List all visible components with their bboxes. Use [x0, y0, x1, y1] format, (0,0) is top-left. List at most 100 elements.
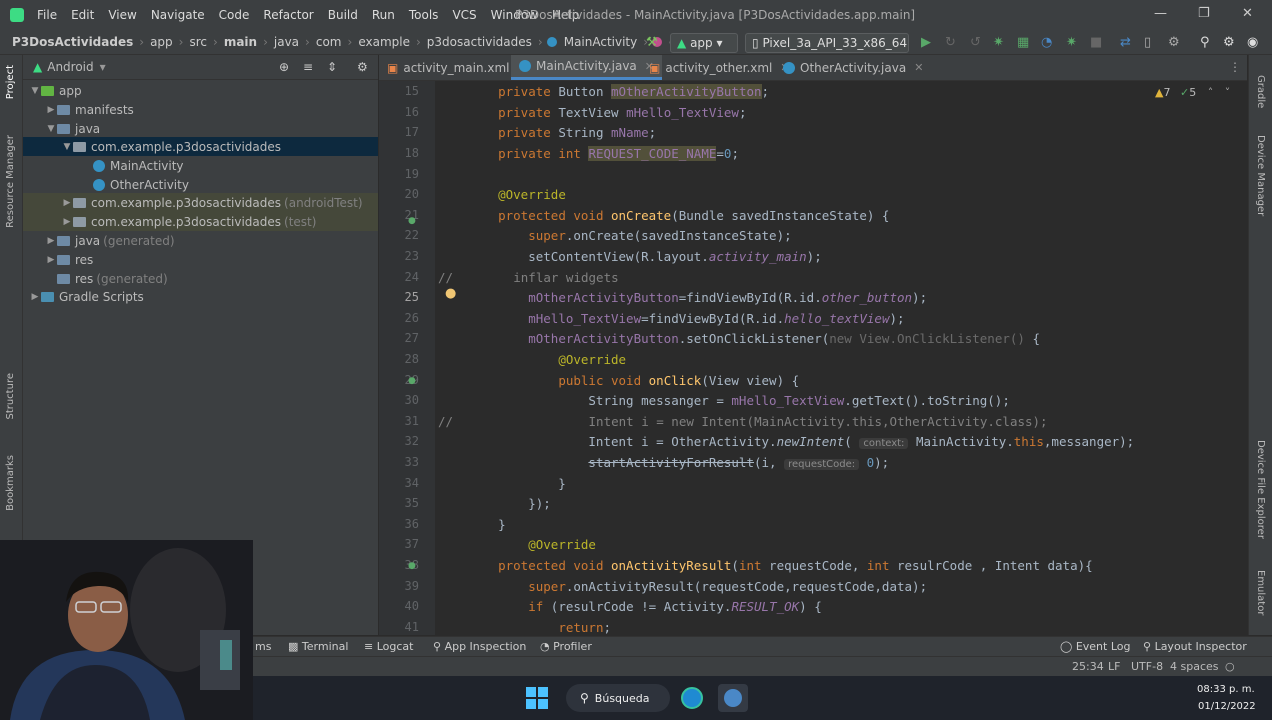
edge-browser-icon[interactable] — [681, 687, 703, 709]
logcat-tool[interactable]: ≡ Logcat — [364, 640, 413, 653]
menu-navigate[interactable]: Navigate — [144, 8, 212, 22]
caret-position[interactable]: 25:34 — [1072, 660, 1104, 673]
tool-label: Terminal — [301, 640, 349, 653]
tree-item-java[interactable]: ▼ java — [23, 119, 400, 138]
search-icon[interactable]: ⚲ — [1200, 35, 1210, 50]
sdk-manager-icon[interactable]: ⚙ — [1168, 35, 1180, 50]
tree-item-package-main[interactable]: ▼ com.example.p3dosactividades — [23, 137, 378, 156]
tree-item-res-generated[interactable]: res (generated) — [23, 269, 412, 288]
chevron-down-icon[interactable]: ▾ — [100, 60, 106, 74]
lock-icon[interactable]: ○ — [1225, 660, 1235, 673]
tree-item-package-test[interactable]: ▶ com.example.p3dosactividades (test) — [23, 212, 378, 231]
tab-label: OtherActivity.java — [800, 60, 907, 75]
rerun-icon[interactable]: ↻ — [945, 35, 956, 50]
android-studio-task-icon[interactable] — [718, 684, 748, 712]
more-tabs-icon[interactable]: ⋮ — [1229, 60, 1241, 74]
project-view-select[interactable]: Android — [47, 60, 93, 74]
tree-label: com.example.p3dosactividades — [91, 214, 282, 229]
folder-icon — [57, 235, 70, 246]
inspection-widget[interactable]: ▲7 ✓5 ˄ ˅ — [1155, 86, 1230, 99]
device-file-explorer-tab[interactable]: Device File Explorer — [1255, 440, 1266, 539]
override-marker-icon[interactable]: ● — [408, 216, 416, 226]
profile-icon[interactable]: ◔ — [1041, 35, 1052, 50]
close-tab-icon[interactable]: ✕ — [914, 61, 923, 74]
hammer-icon[interactable]: ⚒ — [646, 35, 658, 50]
gear-icon[interactable]: ⚙ — [357, 60, 368, 74]
stop-icon[interactable]: ■ — [1090, 35, 1102, 50]
run-icon[interactable]: ▶ — [921, 35, 931, 50]
sync-icon[interactable]: ⇄ — [1120, 35, 1131, 50]
minimize-icon[interactable]: — — [1154, 6, 1167, 21]
crumb-project[interactable]: P3DosActividades — [10, 35, 135, 49]
attach-debugger-icon[interactable]: ✷ — [1066, 35, 1077, 50]
layout-inspector-tool[interactable]: ⚲ Layout Inspector — [1143, 640, 1247, 653]
crumb-java[interactable]: java — [272, 35, 301, 49]
menu-view[interactable]: View — [101, 8, 143, 22]
menu-refactor[interactable]: Refactor — [256, 8, 320, 22]
structure-tab[interactable]: Structure — [5, 373, 16, 420]
override-marker-icon[interactable]: ● — [408, 376, 416, 386]
chevron-down-icon[interactable]: ˅ — [1225, 86, 1231, 99]
app-inspection-tool[interactable]: ⚲ App Inspection — [433, 640, 526, 653]
event-log-tool[interactable]: ◯ Event Log — [1060, 640, 1130, 653]
menu-edit[interactable]: Edit — [64, 8, 101, 22]
crumb-package[interactable]: p3dosactividades — [425, 35, 534, 49]
code-line: private int REQUEST_CODE_NAME=0; — [498, 146, 739, 161]
tab-mainactivity-java[interactable]: MainActivity.java ✕ — [511, 55, 662, 80]
taskbar-search[interactable]: ⚲ Búsqueda — [566, 684, 670, 712]
menu-vcs[interactable]: VCS — [445, 8, 483, 22]
gear-icon[interactable]: ⚙ — [1223, 35, 1235, 50]
crumb-app[interactable]: app — [148, 35, 175, 49]
collapse-all-icon[interactable]: ≡ — [303, 60, 313, 74]
emulator-tab[interactable]: Emulator — [1255, 570, 1266, 615]
line-number: 31 — [404, 414, 419, 428]
expand-all-icon[interactable]: ⇕ — [327, 60, 337, 74]
device-manager-tab[interactable]: Device Manager — [1255, 135, 1266, 216]
bookmarks-tab[interactable]: Bookmarks — [5, 455, 16, 511]
tree-item-package-androidtest[interactable]: ▶ com.example.p3dosactividades (androidTes… — [23, 193, 378, 212]
tree-item-gradle-scripts[interactable]: ▶ Gradle Scripts — [23, 287, 384, 306]
apply-changes-icon[interactable]: ↺ — [970, 35, 981, 50]
tree-item-java-generated[interactable]: ▶ java (generated) — [23, 231, 400, 250]
problems-tool[interactable]: ms — [255, 640, 271, 653]
profiler-tool[interactable]: ◔ Profiler — [540, 640, 592, 653]
run-config-select[interactable]: ▲ app ▾ — [670, 33, 738, 53]
code-editor[interactable]: 15 16 17 18 19 20 21 22 23 24 25 26 27 28 29 30 31 32 33 34… — [379, 81, 1247, 635]
indent-setting[interactable]: 4 spaces — [1170, 660, 1219, 673]
close-icon[interactable]: ✕ — [1242, 6, 1253, 21]
menu-run[interactable]: Run — [365, 8, 402, 22]
crumb-src[interactable]: src — [187, 35, 209, 49]
lightbulb-icon[interactable]: ● — [445, 286, 456, 301]
clock-time[interactable]: 08:33 p. m. — [1197, 684, 1255, 695]
tree-item-res[interactable]: ▶ res — [23, 250, 400, 269]
tree-item-app[interactable]: ▼ app — [23, 81, 384, 100]
crumb-class[interactable]: MainActivity — [562, 35, 640, 49]
crumb-com[interactable]: com — [314, 35, 344, 49]
chevron-up-icon[interactable]: ˄ — [1208, 86, 1214, 99]
clock-date[interactable]: 01/12/2022 — [1198, 701, 1256, 712]
device-select[interactable]: ▯ Pixel_3a_API_33_x86_64 ▾ — [745, 33, 909, 53]
parameter-hint: requestCode: — [784, 459, 860, 470]
file-encoding[interactable]: UTF-8 — [1131, 660, 1163, 673]
gradle-tab[interactable]: Gradle — [1255, 75, 1266, 108]
project-tool-tab[interactable]: Project — [5, 65, 16, 99]
tab-otheractivity-java[interactable]: OtherActivity.java ✕ — [775, 55, 931, 80]
windows-start-icon[interactable] — [526, 687, 548, 709]
menu-build[interactable]: Build — [321, 8, 365, 22]
account-icon[interactable]: ◉ — [1247, 35, 1258, 50]
override-marker-icon[interactable]: ● — [408, 561, 416, 571]
coverage-icon[interactable]: ▦ — [1017, 35, 1029, 50]
crumb-main[interactable]: main — [222, 35, 259, 49]
device-manager-icon[interactable]: ▯ — [1144, 35, 1151, 50]
tree-item-manifests[interactable]: ▶ manifests — [23, 100, 400, 119]
debug-icon[interactable]: ✷ — [993, 35, 1004, 50]
menu-code[interactable]: Code — [212, 8, 257, 22]
menu-tools[interactable]: Tools — [402, 8, 446, 22]
locate-icon[interactable]: ⊕ — [279, 60, 289, 74]
menu-file[interactable]: File — [30, 8, 64, 22]
resource-manager-tab[interactable]: Resource Manager — [5, 135, 16, 228]
crumb-example[interactable]: example — [356, 35, 412, 49]
maximize-icon[interactable]: ❐ — [1198, 6, 1210, 21]
line-separator[interactable]: LF — [1108, 660, 1120, 673]
terminal-tool[interactable]: ▩ Terminal — [288, 640, 348, 653]
